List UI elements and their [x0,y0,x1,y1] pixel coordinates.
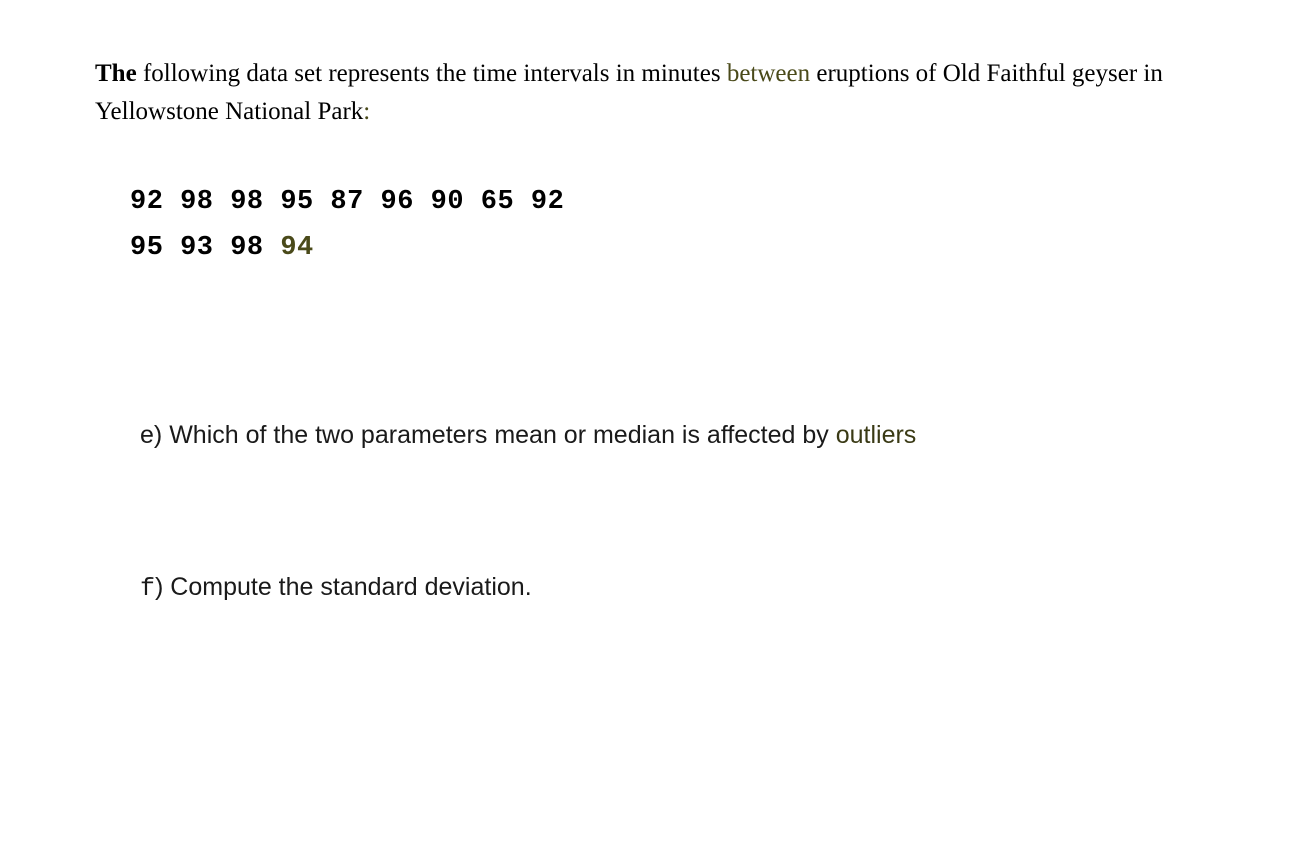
intro-paragraph: The following data set represents the ti… [95,55,1209,130]
data-line-2: 95 93 98 94 [130,226,1209,272]
question-e-label: e) [140,421,169,449]
question-e: e) Which of the two parameters mean or m… [140,417,960,455]
data-line-2-part1: 95 93 98 [130,233,280,263]
question-f-letter: f [140,574,155,603]
data-line-1: 92 98 98 95 87 96 90 65 92 [130,180,1209,226]
intro-part1: following data set represents the time i… [137,60,727,87]
question-f-label-rest: ) [155,573,170,601]
data-set-block: 92 98 98 95 87 96 90 65 92 95 93 98 94 [130,180,1209,272]
question-e-outliers: outliers [836,421,917,449]
intro-colon: : [363,98,370,125]
intro-between: between [727,60,810,87]
data-line-2-olive: 94 [280,233,313,263]
intro-bold-start: The [95,60,137,87]
question-f: f) Compute the standard deviation. [140,569,540,608]
question-e-text: Which of the two parameters mean or medi… [169,421,836,449]
question-f-text: Compute the standard deviation. [170,573,531,601]
